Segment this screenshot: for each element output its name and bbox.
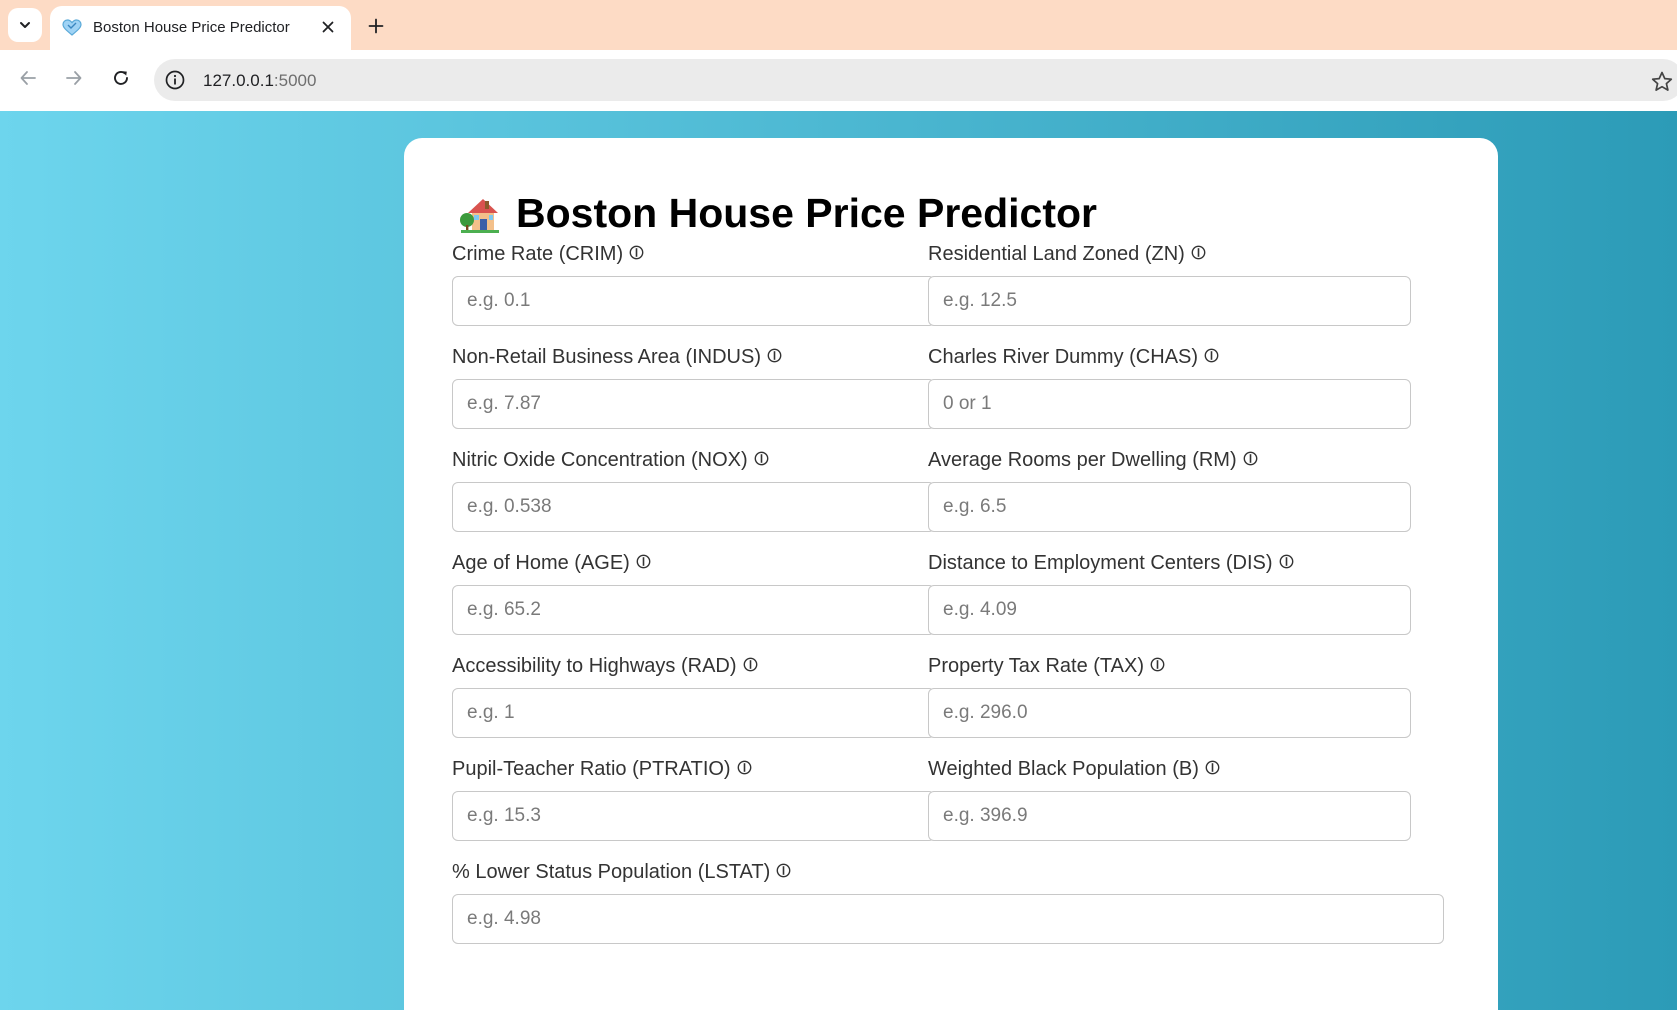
field-label-text: Accessibility to Highways (RAD) [452, 655, 737, 677]
field-label-crim: Crime Rate (CRIM) [452, 240, 935, 268]
browser-tab[interactable]: Boston House Price Predictor [50, 6, 351, 50]
field-chas: Charles River Dummy (CHAS) [928, 343, 1411, 429]
crim-input[interactable] [452, 276, 935, 326]
info-circle-icon [737, 760, 751, 775]
url-port: :5000 [273, 71, 317, 90]
field-label-tax: Property Tax Rate (TAX) [928, 652, 1411, 680]
rad-input[interactable] [452, 688, 935, 738]
info-circle-icon [629, 245, 644, 260]
house-with-garden-icon [460, 198, 499, 233]
nox-input[interactable] [452, 482, 935, 532]
field-zn: Residential Land Zoned (ZN) [928, 240, 1411, 326]
info-circle-icon [776, 863, 791, 878]
field-label-rm: Average Rooms per Dwelling (RM) [928, 446, 1411, 474]
back-button[interactable] [13, 63, 43, 93]
ptratio-input[interactable] [452, 791, 935, 841]
field-nox: Nitric Oxide Concentration (NOX) [452, 446, 935, 532]
field-tax: Property Tax Rate (TAX) [928, 652, 1411, 738]
reload-button[interactable] [106, 63, 136, 93]
field-label-ptratio: Pupil-Teacher Ratio (PTRATIO) [452, 755, 935, 783]
info-circle-icon [636, 554, 651, 569]
field-label-text: % Lower Status Population (LSTAT) [452, 861, 771, 883]
arrow-left-icon [20, 71, 36, 85]
forward-button[interactable] [59, 63, 89, 93]
field-label-age: Age of Home (AGE) [452, 549, 935, 577]
url-host: 127.0.0.1 [203, 71, 274, 90]
browser-toolbar: 127.0.0.1:5000 [0, 50, 1677, 111]
page-title-text: Boston House Price Predictor [516, 190, 1097, 236]
field-label-zn: Residential Land Zoned (ZN) [928, 240, 1411, 268]
rm-input[interactable] [928, 482, 1411, 532]
lstat-input[interactable] [452, 894, 1444, 944]
info-circle-icon [1243, 451, 1258, 466]
info-circle-icon [1191, 245, 1206, 260]
field-dis: Distance to Employment Centers (DIS) [928, 549, 1411, 635]
close-tab-button[interactable] [317, 16, 339, 38]
tax-input[interactable] [928, 688, 1411, 738]
field-label-text: Pupil-Teacher Ratio (PTRATIO) [452, 758, 731, 780]
field-label-text: Age of Home (AGE) [452, 552, 630, 574]
field-b: Weighted Black Population (B) [928, 755, 1411, 841]
heart-favicon-icon [62, 19, 82, 36]
reload-icon [114, 71, 128, 85]
field-label-indus: Non-Retail Business Area (INDUS) [452, 343, 935, 371]
new-tab-button[interactable] [364, 14, 388, 38]
indus-input[interactable] [452, 379, 935, 429]
field-lstat: % Lower Status Population (LSTAT) [452, 858, 1444, 944]
close-icon [322, 21, 334, 33]
field-rad: Accessibility to Highways (RAD) [452, 652, 935, 738]
info-circle-icon [743, 657, 757, 672]
field-label-text: Residential Land Zoned (ZN) [928, 243, 1185, 265]
chas-input[interactable] [928, 379, 1411, 429]
field-label-text: Crime Rate (CRIM) [452, 243, 624, 265]
field-crim: Crime Rate (CRIM) [452, 240, 935, 326]
field-age: Age of Home (AGE) [452, 549, 935, 635]
page-title: Boston House Price Predictor [458, 190, 1097, 237]
age-input[interactable] [452, 585, 935, 635]
field-label-text: Non-Retail Business Area (INDUS) [452, 346, 761, 368]
info-circle-icon [767, 348, 782, 363]
field-label-text: Average Rooms per Dwelling (RM) [928, 449, 1237, 471]
field-label-text: Property Tax Rate (TAX) [928, 655, 1144, 677]
field-label-lstat: % Lower Status Population (LSTAT) [452, 858, 1444, 886]
tab-title: Boston House Price Predictor [93, 19, 290, 36]
url-text: 127.0.0.1:5000 [203, 71, 316, 91]
field-label-text: Charles River Dummy (CHAS) [928, 346, 1199, 368]
bookmark-star-icon[interactable] [1650, 70, 1674, 94]
zn-input[interactable] [928, 276, 1411, 326]
form-card: Boston House Price Predictor Crime Rate … [404, 138, 1498, 1010]
info-circle-icon [1150, 657, 1165, 672]
field-label-text: Nitric Oxide Concentration (NOX) [452, 449, 748, 471]
info-icon[interactable] [164, 69, 186, 91]
b-input[interactable] [928, 791, 1411, 841]
info-circle-icon [1279, 554, 1293, 569]
chevron-down-icon [20, 22, 30, 28]
field-label-rad: Accessibility to Highways (RAD) [452, 652, 935, 680]
field-label-b: Weighted Black Population (B) [928, 755, 1411, 783]
tab-strip: Boston House Price Predictor [0, 0, 1677, 50]
field-label-text: Weighted Black Population (B) [928, 758, 1199, 780]
field-indus: Non-Retail Business Area (INDUS) [452, 343, 935, 429]
page-viewport: Boston House Price Predictor Crime Rate … [0, 111, 1677, 1010]
field-label-nox: Nitric Oxide Concentration (NOX) [452, 446, 935, 474]
field-label-text: Distance to Employment Centers (DIS) [928, 552, 1273, 574]
field-ptratio: Pupil-Teacher Ratio (PTRATIO) [452, 755, 935, 841]
field-rm: Average Rooms per Dwelling (RM) [928, 446, 1411, 532]
field-label-dis: Distance to Employment Centers (DIS) [928, 549, 1411, 577]
field-label-chas: Charles River Dummy (CHAS) [928, 343, 1411, 371]
dis-input[interactable] [928, 585, 1411, 635]
info-circle-icon [1205, 760, 1220, 775]
tab-search-button[interactable] [8, 8, 42, 42]
info-circle-icon [754, 451, 769, 466]
address-bar[interactable]: 127.0.0.1:5000 [154, 59, 1677, 101]
arrow-right-icon [66, 71, 82, 85]
info-circle-icon [1204, 348, 1219, 363]
plus-icon [368, 18, 384, 34]
